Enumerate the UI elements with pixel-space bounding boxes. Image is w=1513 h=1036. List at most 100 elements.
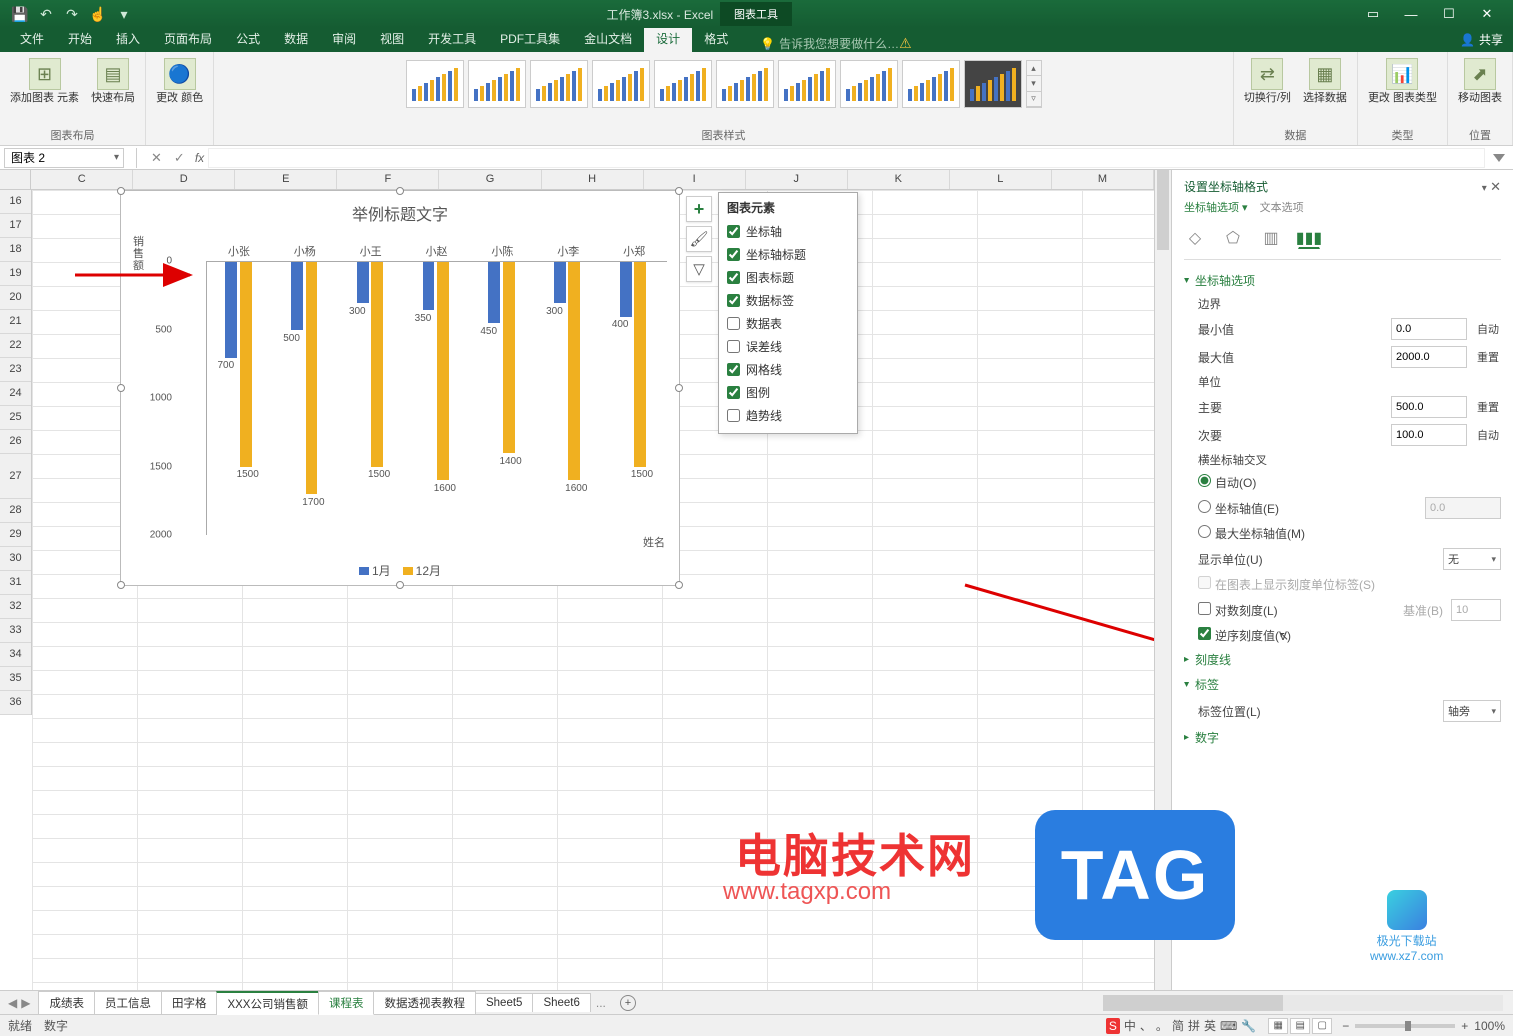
minimize-icon[interactable]: — [1393,2,1429,26]
name-box[interactable]: 图表 2 [4,148,124,168]
log-scale-checkbox[interactable]: 对数刻度(L) [1198,602,1278,619]
chart-style-thumb[interactable] [840,60,898,108]
chart-element-checkbox[interactable]: 网格线 [727,358,849,381]
row-header[interactable]: 30 [0,547,31,571]
fx-icon[interactable]: fx [191,151,208,165]
sheet-tab[interactable]: 数据透视表教程 [373,991,476,1014]
resize-handle[interactable] [675,581,683,589]
expand-formula-icon[interactable] [1493,154,1505,162]
tab-design[interactable]: 设计 [644,25,692,52]
bar-group[interactable]: 7001500 [207,262,273,535]
zoom-knob[interactable] [1405,1021,1411,1031]
tab-insert[interactable]: 插入 [104,25,152,52]
unit-major-reset[interactable]: 重置 [1475,399,1501,415]
chart-style-thumb[interactable] [902,60,960,108]
sheet-tab[interactable]: 成绩表 [38,991,95,1014]
page-break-icon[interactable]: ▢ [1312,1018,1332,1034]
confirm-icon[interactable]: ✓ [168,150,191,166]
ime-simplified-icon[interactable]: 简 [1172,1017,1184,1034]
cross-auto-radio[interactable]: 自动(O) [1198,474,1256,491]
sheet-tab-active[interactable]: XXX公司销售额 [216,991,319,1015]
redo-icon[interactable]: ↷ [60,2,84,26]
quick-layout-button[interactable]: ▤ 快速布局 [87,56,139,107]
ime-pinyin-icon[interactable]: 拼 [1188,1017,1200,1034]
normal-view-icon[interactable]: ▦ [1268,1018,1288,1034]
axis-title-y[interactable]: 销售额 [133,236,147,272]
maximize-icon[interactable]: ☐ [1431,2,1467,26]
resize-handle[interactable] [675,384,683,392]
page-layout-icon[interactable]: ▤ [1290,1018,1310,1034]
bar-group[interactable]: 5001700 [273,262,339,535]
column-header[interactable]: H [542,170,644,189]
tab-home[interactable]: 开始 [56,25,104,52]
sheet-tab[interactable]: 田字格 [161,991,218,1014]
zoom-slider[interactable] [1355,1024,1455,1028]
row-header[interactable]: 18 [0,238,31,262]
move-chart-button[interactable]: ⬈ 移动图表 [1454,56,1506,107]
panel-dropdown-icon[interactable]: ▾ [1482,183,1487,194]
zoom-value[interactable]: 100% [1474,1019,1505,1033]
change-colors-button[interactable]: 🔵 更改 颜色 [152,56,207,107]
chart-element-checkbox[interactable]: 图表标题 [727,266,849,289]
row-header[interactable]: 27 [0,454,31,499]
size-icon[interactable]: ▥ [1260,227,1282,249]
reverse-values-checkbox[interactable]: 逆序刻度值(V) [1198,627,1291,644]
sheet-tab[interactable]: 课程表 [318,991,375,1015]
fill-icon[interactable]: ◇ [1184,227,1206,249]
section-tick-marks[interactable]: 刻度线 [1184,647,1501,672]
chart-title[interactable]: 举例标题文字 [121,191,679,229]
display-units-select[interactable]: 无 [1443,548,1501,570]
row-header[interactable]: 23 [0,358,31,382]
ime-lang[interactable]: 中 [1124,1017,1136,1034]
customize-qat-icon[interactable]: ▾ [112,2,136,26]
chart-filter-button[interactable]: ▽ [686,256,712,282]
formula-input[interactable] [208,148,1485,168]
sheet-area[interactable]: CDEFGHIJKLM 1617181920212223242526272829… [0,170,1154,990]
chart-style-thumb[interactable] [406,60,464,108]
select-all-corner[interactable] [0,170,31,189]
unit-minor-auto[interactable]: 自动 [1475,427,1501,443]
column-header[interactable]: L [950,170,1052,189]
bar-group[interactable]: 3001600 [536,262,602,535]
row-header[interactable]: 29 [0,523,31,547]
row-header[interactable]: 24 [0,382,31,406]
chart-style-thumb[interactable] [654,60,712,108]
cancel-icon[interactable]: ✕ [145,150,168,166]
chart-style-thumb[interactable] [778,60,836,108]
chart-style-thumb[interactable] [716,60,774,108]
chart-element-checkbox[interactable]: 坐标轴标题 [727,243,849,266]
horizontal-scrollbar[interactable] [1103,995,1503,1011]
chart-style-thumb[interactable] [964,60,1022,108]
chart-element-checkbox[interactable]: 趋势线 [727,404,849,427]
chart-element-checkbox[interactable]: 误差线 [727,335,849,358]
chart-element-checkbox[interactable]: 数据表 [727,312,849,335]
row-header[interactable]: 20 [0,286,31,310]
row-header[interactable]: 33 [0,619,31,643]
chart-element-checkbox[interactable]: 数据标签 [727,289,849,312]
unit-minor-input[interactable] [1391,424,1467,446]
select-data-button[interactable]: ▦ 选择数据 [1299,56,1351,107]
ime-period-icon[interactable]: 。 [1156,1017,1168,1034]
resize-handle[interactable] [117,581,125,589]
row-header[interactable]: 26 [0,430,31,454]
ribbon-display-icon[interactable]: ▭ [1355,2,1391,26]
unit-major-input[interactable] [1391,396,1467,418]
tab-review[interactable]: 审阅 [320,25,368,52]
row-header[interactable]: 17 [0,214,31,238]
column-header[interactable]: E [235,170,337,189]
column-header[interactable]: F [337,170,439,189]
column-header[interactable]: C [31,170,133,189]
change-chart-type-button[interactable]: 📊 更改 图表类型 [1364,56,1441,107]
bar-group[interactable]: 4001500 [601,262,667,535]
warning-icon[interactable]: ⚠ [899,35,912,52]
chart-style-thumb[interactable] [530,60,588,108]
tab-file[interactable]: 文件 [8,25,56,52]
cross-value-input[interactable] [1425,497,1501,519]
new-sheet-button[interactable]: + [620,995,636,1011]
row-header[interactable]: 22 [0,334,31,358]
bounds-min-input[interactable] [1391,318,1467,340]
zoom-in-button[interactable]: + [1461,1019,1468,1033]
embedded-chart[interactable]: 举例标题文字 销售额 姓名 小张小杨小王小赵小陈小李小郑 05001000150… [120,190,680,586]
resize-handle[interactable] [675,187,683,195]
bar-group[interactable]: 3001500 [338,262,404,535]
